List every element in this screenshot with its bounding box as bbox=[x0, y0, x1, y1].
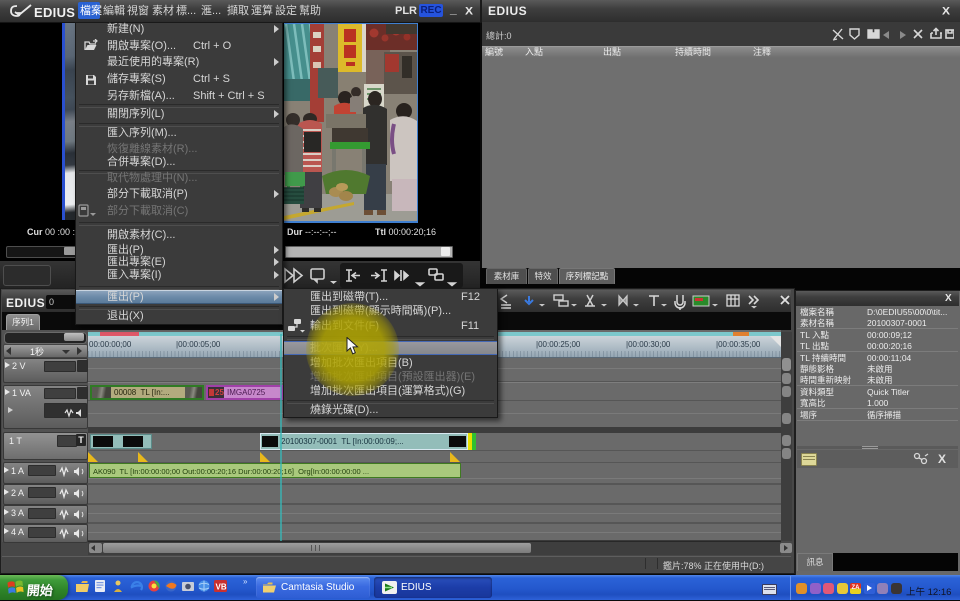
svg-text:VB: VB bbox=[216, 583, 227, 592]
